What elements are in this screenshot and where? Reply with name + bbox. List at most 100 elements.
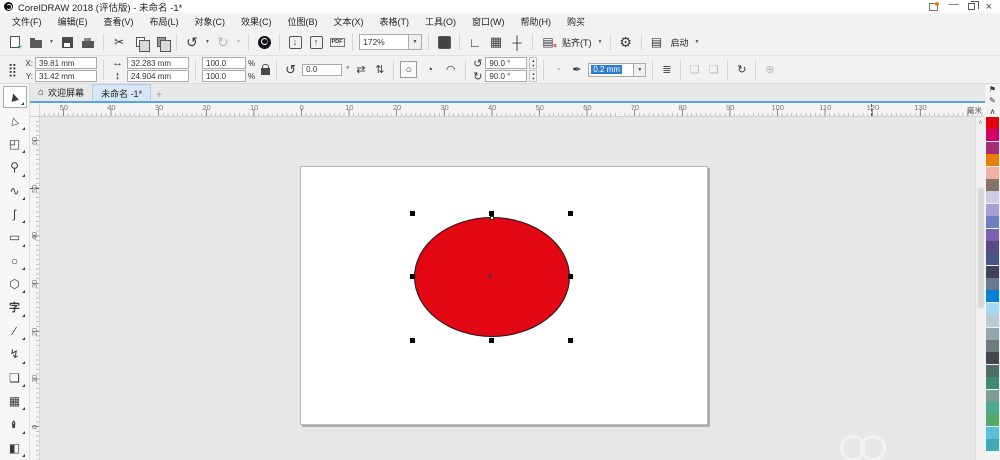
start-angle-field[interactable]: 90.0 ° — [485, 57, 528, 69]
palette-eyedropper-icon[interactable]: ✎ — [989, 95, 996, 106]
account-icon[interactable] — [928, 1, 939, 11]
object-center-marker[interactable]: × — [488, 272, 493, 281]
cut-button[interactable]: ✂ — [110, 33, 128, 51]
palette-swatch[interactable] — [986, 191, 999, 204]
menu-item[interactable]: 对象(C) — [187, 13, 234, 30]
launch-dropdown[interactable]: ▼ — [694, 39, 701, 45]
selection-handle-top-right[interactable] — [568, 211, 573, 216]
mirror-horizontal-button[interactable]: ⇄ — [353, 63, 368, 76]
palette-swatch[interactable] — [986, 141, 999, 154]
to-front-button[interactable]: ❏ — [687, 63, 702, 76]
connector-tool[interactable]: ↯ — [3, 343, 27, 365]
palette-swatch[interactable] — [986, 340, 999, 353]
artistic-media-tool[interactable]: ʃ — [3, 203, 27, 225]
palette-swatch[interactable] — [986, 117, 999, 129]
shape-tool[interactable]: ▷ — [3, 109, 27, 131]
palette-swatch[interactable] — [986, 290, 999, 303]
palette-swatch[interactable] — [986, 401, 999, 414]
polygon-tool[interactable]: ⬡ — [3, 273, 27, 295]
outline-width-combo[interactable]: 0.2 mm ▼ — [588, 62, 647, 77]
text-tool[interactable]: 字 — [3, 296, 27, 318]
mirror-vertical-button[interactable]: ⇅ — [372, 63, 387, 76]
palette-swatch[interactable] — [986, 240, 999, 253]
palette-scroll-up-icon[interactable]: ∧ — [990, 106, 996, 117]
horizontal-ruler[interactable]: 50 40 30 20 10 0 10 20 30 40 50 60 70 80 90 100 110 120 13… — [40, 103, 985, 117]
tab-welcome-screen[interactable]: ⌂ 欢迎屏幕 — [30, 84, 92, 101]
menu-item[interactable]: 帮助(H) — [513, 13, 560, 30]
menu-item[interactable]: 布局(L) — [142, 13, 187, 30]
convert-to-curves-button[interactable]: ↻ — [734, 63, 749, 76]
ellipse-tool[interactable]: ○ — [3, 250, 27, 272]
interactive-fill-tool[interactable]: ◧ — [3, 437, 27, 459]
minimize-button[interactable]: — — [949, 0, 959, 11]
palette-swatch[interactable] — [986, 439, 999, 452]
palette-swatch[interactable] — [986, 216, 999, 229]
export-button[interactable]: ↑ — [307, 33, 325, 51]
object-height-field[interactable]: 24.904 mm — [127, 70, 189, 82]
show-rulers-button[interactable]: ∟ — [466, 33, 484, 51]
scale-y-field[interactable]: 100.0 — [202, 70, 246, 82]
drop-shadow-tool[interactable]: ❏ — [3, 367, 27, 389]
end-angle-field[interactable]: 90.0 ° — [485, 70, 528, 82]
menu-item[interactable]: 查看(V) — [96, 13, 142, 30]
transparency-tool[interactable]: ▦ — [3, 390, 27, 412]
selection-handle-bottom-left[interactable] — [410, 338, 415, 343]
menu-item[interactable]: 表格(T) — [372, 13, 418, 30]
change-direction-button[interactable]: ◔ — [550, 64, 565, 76]
menu-item[interactable]: 工具(O) — [417, 13, 464, 30]
palette-flag-icon[interactable]: ⚑ — [989, 84, 996, 95]
wrap-text-button[interactable]: ≣ — [659, 63, 674, 76]
zoom-dropdown[interactable]: ▼ — [409, 34, 422, 50]
end-angle-spinner[interactable]: ▴ ▾ — [529, 70, 538, 82]
start-angle-spinner[interactable]: ▴ ▾ — [529, 57, 538, 69]
rectangle-tool[interactable]: ▭ — [3, 226, 27, 248]
freehand-tool[interactable]: ∿ — [3, 180, 27, 202]
pick-tool[interactable]: ▶ — [2, 86, 27, 109]
zoom-tool[interactable]: ⚲ — [3, 156, 27, 178]
palette-swatch[interactable] — [986, 327, 999, 340]
ellipse-mode-button[interactable]: ○ — [400, 61, 418, 78]
restore-button[interactable] — [967, 1, 979, 10]
outline-width-dropdown[interactable]: ▼ — [634, 62, 647, 77]
selection-handle-bottom-center[interactable] — [489, 338, 494, 343]
redo-button[interactable]: ↻ — [214, 33, 232, 51]
eyedropper-tool[interactable]: ✒ — [3, 413, 27, 435]
redo-dropdown[interactable]: ▼ — [235, 39, 242, 45]
selection-handle-top-left[interactable] — [410, 211, 415, 216]
snap-dropdown[interactable]: ▼ — [597, 39, 604, 45]
pdf-export-button[interactable]: PDF — [328, 33, 346, 51]
menu-item[interactable]: 编辑(E) — [50, 13, 96, 30]
menu-item[interactable]: 效果(C) — [233, 13, 280, 30]
new-document-button[interactable]: + — [6, 33, 24, 51]
selection-handle-top-center[interactable] — [489, 211, 494, 216]
palette-swatch[interactable] — [986, 414, 999, 427]
menu-item[interactable]: 文件(F) — [4, 13, 50, 30]
selection-handle-bottom-right[interactable] — [568, 338, 573, 343]
drawing-canvas[interactable]: × — [40, 117, 975, 460]
snap-off-button[interactable]: ▤ × — [539, 33, 557, 51]
scrollbar-thumb[interactable] — [977, 188, 984, 308]
palette-swatch[interactable] — [986, 228, 999, 241]
vertical-ruler[interactable]: 60 50 40 30 20 10 0 — [30, 117, 40, 460]
menu-item[interactable]: 购买 — [559, 13, 593, 30]
scale-x-field[interactable]: 100.0 — [202, 57, 246, 69]
palette-swatch[interactable] — [986, 129, 999, 142]
show-grid-button[interactable]: ▦ — [487, 33, 505, 51]
palette-swatch[interactable] — [986, 265, 999, 278]
selection-handle-middle-right[interactable] — [568, 274, 573, 279]
ellipse-node[interactable] — [490, 216, 494, 220]
palette-swatch[interactable] — [986, 278, 999, 291]
save-button[interactable] — [58, 33, 76, 51]
open-dropdown[interactable]: ▼ — [48, 39, 55, 45]
fullscreen-preview-button[interactable] — [435, 33, 453, 51]
palette-swatch[interactable] — [986, 377, 999, 390]
close-button[interactable]: × — [986, 1, 992, 12]
x-position-field[interactable]: 39.81 mm — [35, 57, 97, 69]
object-width-field[interactable]: 32.283 mm — [127, 57, 189, 69]
import-button[interactable]: ↓ — [286, 33, 304, 51]
selection-handle-middle-left[interactable] — [410, 274, 415, 279]
pie-mode-button[interactable]: ◔ — [421, 61, 438, 78]
ruler-origin-corner[interactable] — [30, 103, 40, 117]
show-guidelines-button[interactable]: ┼ — [508, 33, 526, 51]
y-position-field[interactable]: 31.42 mm — [35, 70, 97, 82]
